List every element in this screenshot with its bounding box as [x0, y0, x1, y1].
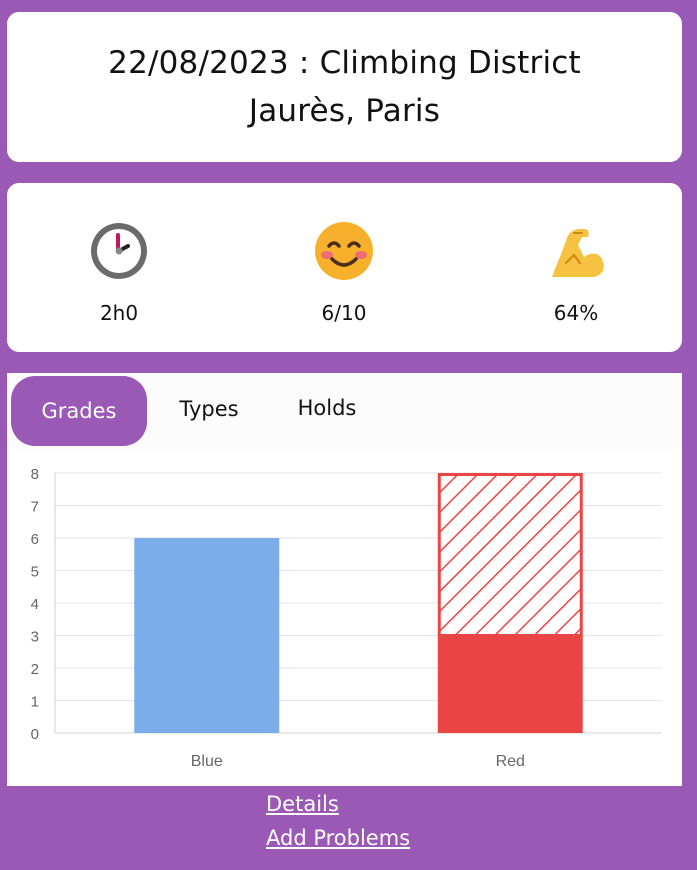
add-problems-link[interactable]: Add Problems	[266, 821, 410, 855]
x-tick-label: Blue	[191, 753, 223, 770]
y-tick-label: 8	[31, 466, 39, 483]
bar-red-solid[interactable]	[437, 635, 583, 734]
mood-value: 6/10	[321, 301, 367, 325]
tab-holds[interactable]: Holds	[279, 372, 375, 444]
strength-value: 64%	[553, 301, 599, 325]
bar-red-hatched[interactable]	[437, 473, 583, 637]
y-tick-label: 4	[31, 596, 39, 613]
y-tick-label: 0	[31, 726, 39, 743]
title-card: 22/08/2023 : Climbing District Jaurès, P…	[7, 12, 682, 162]
strength-stat: 64%	[516, 219, 636, 325]
details-link[interactable]: Details	[266, 787, 410, 821]
x-tick-label: Red	[496, 753, 525, 770]
bar-blue-solid[interactable]	[134, 538, 280, 733]
session-title: 22/08/2023 : Climbing District Jaurès, P…	[108, 45, 581, 129]
clock-icon	[91, 223, 147, 279]
grades-chart-panel: 0 1 2 3 4 5 6 7 8 Blue Red	[7, 449, 682, 786]
chart-tabs: Grades Types Holds	[7, 373, 682, 449]
page-title: 22/08/2023 : Climbing District Jaurès, P…	[85, 39, 605, 135]
mood-stat: 6/10	[284, 219, 404, 325]
stats-card: 2h0 6/10 64%	[7, 183, 682, 352]
y-tick-label: 5	[31, 564, 39, 581]
action-links: Details Add Problems	[266, 787, 410, 855]
tab-types[interactable]: Types	[159, 373, 259, 445]
tab-grades[interactable]: Grades	[11, 376, 147, 446]
duration-value: 2h0	[99, 301, 139, 325]
duration-stat: 2h0	[59, 219, 179, 325]
y-tick-label: 3	[31, 629, 39, 646]
y-tick-label: 1	[31, 694, 39, 711]
y-tick-label: 6	[31, 531, 39, 548]
y-tick-label: 7	[31, 499, 39, 516]
y-tick-label: 2	[31, 661, 39, 678]
smiling-face-icon	[315, 222, 373, 280]
grades-chart: 0 1 2 3 4 5 6 7 8 Blue Red	[31, 466, 662, 770]
flexed-biceps-icon	[552, 229, 604, 277]
